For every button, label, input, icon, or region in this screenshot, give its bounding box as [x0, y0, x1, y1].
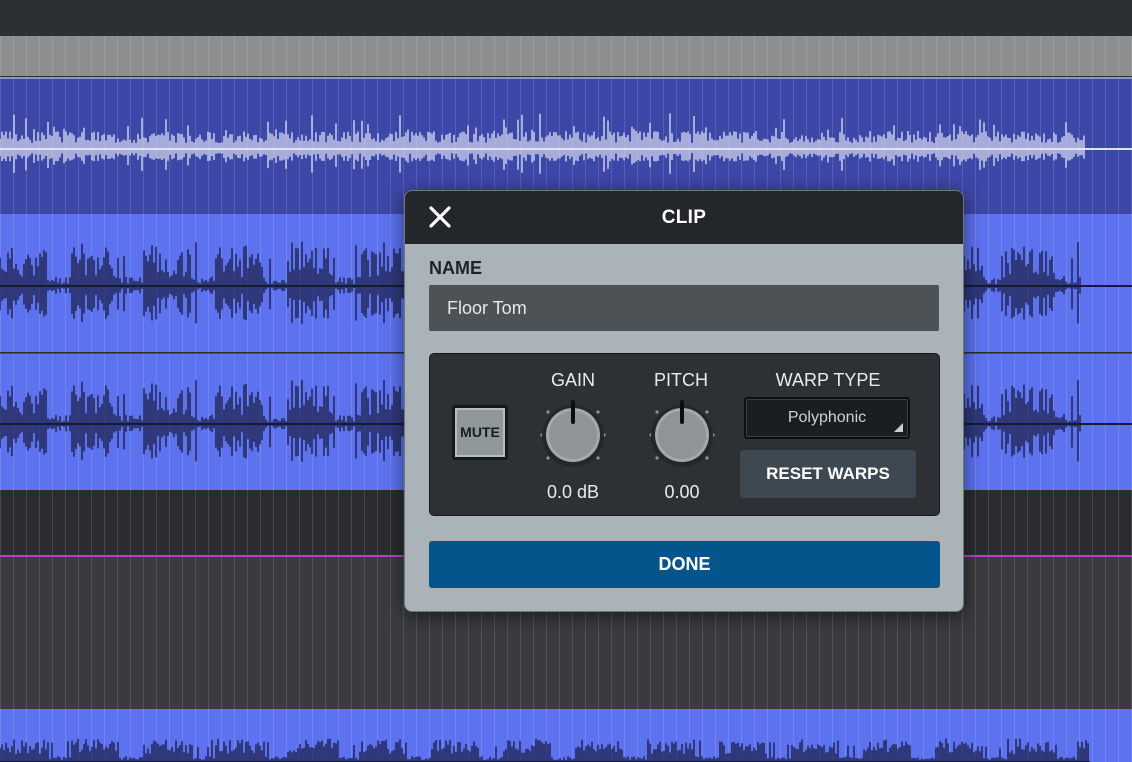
warp-type-value: Polyphonic: [787, 409, 867, 426]
gain-label: GAIN: [550, 370, 595, 390]
reset-warps-button[interactable]: RESET WARPS: [740, 450, 916, 498]
pitch-value: 0.00: [664, 482, 700, 502]
warp-type-label: WARP TYPE: [775, 370, 881, 390]
dialog-header: CLIP: [405, 191, 963, 244]
dropdown-corner-icon: [894, 423, 903, 432]
done-button[interactable]: DONE: [429, 541, 940, 588]
waveform: [0, 738, 1090, 762]
pitch-label: PITCH: [654, 370, 708, 390]
clip-controls-panel: MUTE GAIN 0.0 dB PITCH 0.00 WARP TYPE Po…: [429, 353, 940, 516]
gain-value: 0.0 dB: [546, 482, 600, 502]
top-toolbar: [0, 0, 1132, 37]
audio-clip[interactable]: [0, 709, 1132, 762]
timeline-ruler[interactable]: [0, 36, 1132, 76]
pitch-knob[interactable]: [641, 394, 723, 476]
gain-knob[interactable]: [532, 394, 614, 476]
warp-type-select[interactable]: Polyphonic: [744, 397, 910, 439]
clip-name-input[interactable]: [429, 285, 939, 331]
name-label: NAME: [429, 258, 482, 278]
dialog-title: CLIP: [661, 207, 707, 228]
mute-button[interactable]: MUTE: [452, 405, 508, 460]
clip-dialog: CLIP NAME MUTE GAIN 0.0 dB PITCH: [404, 190, 964, 612]
